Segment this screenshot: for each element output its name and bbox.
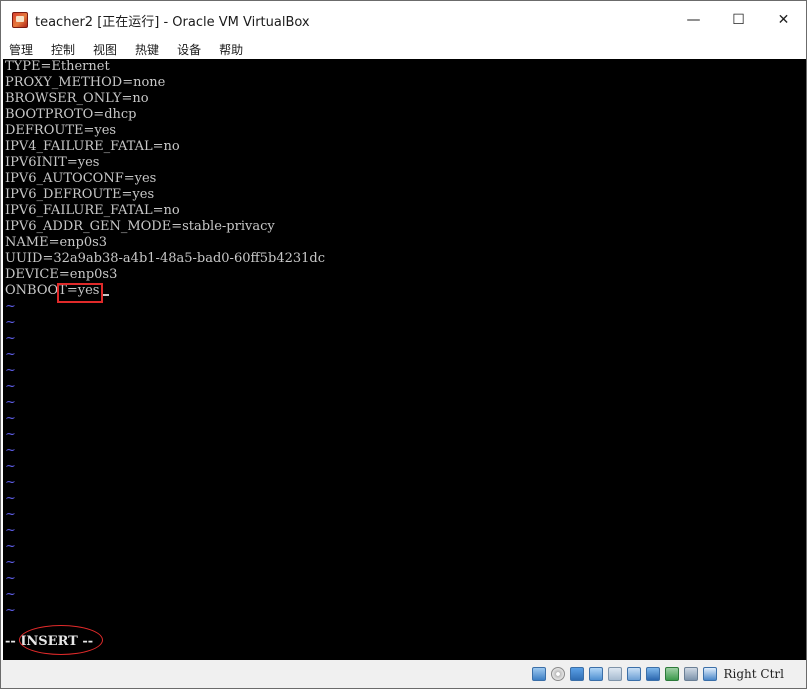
menu-hotkeys[interactable]: 热键	[133, 41, 161, 58]
cpu-icon[interactable]	[683, 667, 698, 681]
empty-line-tilde: ~	[5, 571, 16, 586]
config-line: IPV4_FAILURE_FATAL=no	[5, 139, 180, 154]
empty-line-tilde: ~	[5, 363, 16, 378]
menu-view[interactable]: 视图	[91, 41, 119, 58]
title-bar[interactable]: teacher2 [正在运行] - Oracle VM VirtualBox —…	[1, 1, 806, 39]
window-controls: — ☐ ✕	[671, 1, 806, 39]
virtualbox-app-icon	[12, 12, 28, 28]
empty-line-tilde: ~	[5, 443, 16, 458]
host-key-label: Right Ctrl	[723, 667, 785, 681]
window-title: teacher2 [正在运行] - Oracle VM VirtualBox	[35, 14, 310, 30]
config-line: IPV6INIT=yes	[5, 155, 100, 170]
config-line: PROXY_METHOD=none	[5, 75, 166, 90]
menu-bar: 管理 控制 视图 热键 设备 帮助	[1, 39, 806, 59]
menu-manage[interactable]: 管理	[7, 41, 35, 58]
config-line: IPV6_AUTOCONF=yes	[5, 171, 157, 186]
config-line: BROWSER_ONLY=no	[5, 91, 149, 106]
shared-folders-icon[interactable]	[626, 667, 641, 681]
config-line: IPV6_ADDR_GEN_MODE=stable-privacy	[5, 219, 275, 234]
empty-line-tilde: ~	[5, 379, 16, 394]
config-line: IPV6_DEFROUTE=yes	[5, 187, 155, 202]
display-icon[interactable]	[645, 667, 660, 681]
empty-line-tilde: ~	[5, 459, 16, 474]
menu-devices[interactable]: 设备	[175, 41, 203, 58]
vm-console-screen[interactable]: TYPE=Ethernet PROXY_METHOD=none BROWSER_…	[3, 59, 806, 660]
config-line: DEVICE=enp0s3	[5, 267, 118, 282]
empty-line-tilde: ~	[5, 427, 16, 442]
audio-icon[interactable]	[569, 667, 584, 681]
empty-line-tilde: ~	[5, 523, 16, 538]
empty-line-tilde: ~	[5, 315, 16, 330]
empty-line-tilde: ~	[5, 347, 16, 362]
config-line: UUID=32a9ab38-a4b1-48a5-bad0-60ff5b4231d…	[5, 251, 326, 266]
config-line: DEFROUTE=yes	[5, 123, 117, 138]
empty-line-tilde: ~	[5, 507, 16, 522]
config-line: IPV6_FAILURE_FATAL=no	[5, 203, 180, 218]
menu-control[interactable]: 控制	[49, 41, 77, 58]
empty-line-tilde: ~	[5, 555, 16, 570]
empty-line-tilde: ~	[5, 299, 16, 314]
empty-line-tilde: ~	[5, 395, 16, 410]
config-line: BOOTPROTO=dhcp	[5, 107, 137, 122]
close-button[interactable]: ✕	[761, 1, 806, 39]
empty-line-tilde: ~	[5, 475, 16, 490]
config-line: NAME=enp0s3	[5, 235, 108, 250]
empty-line-tilde: ~	[5, 331, 16, 346]
virtualbox-window: teacher2 [正在运行] - Oracle VM VirtualBox —…	[0, 0, 807, 689]
hard-disk-icon[interactable]	[531, 667, 546, 681]
empty-line-tilde: ~	[5, 539, 16, 554]
status-bar: Right Ctrl	[1, 660, 806, 688]
network-icon[interactable]	[588, 667, 603, 681]
minimize-button[interactable]: —	[671, 1, 716, 39]
empty-line-tilde: ~	[5, 587, 16, 602]
menu-help[interactable]: 帮助	[217, 41, 245, 58]
empty-line-tilde: ~	[5, 491, 16, 506]
config-line: TYPE=Ethernet	[5, 59, 110, 74]
insert-mode-highlight	[19, 625, 103, 655]
video-capture-icon[interactable]	[664, 667, 679, 681]
empty-line-tilde: ~	[5, 603, 16, 618]
usb-icon[interactable]	[607, 667, 622, 681]
mouse-integration-icon[interactable]	[702, 667, 717, 681]
maximize-button[interactable]: ☐	[716, 1, 761, 39]
onboot-value-highlight	[57, 283, 103, 303]
empty-line-tilde: ~	[5, 411, 16, 426]
optical-drive-icon[interactable]	[550, 667, 565, 681]
